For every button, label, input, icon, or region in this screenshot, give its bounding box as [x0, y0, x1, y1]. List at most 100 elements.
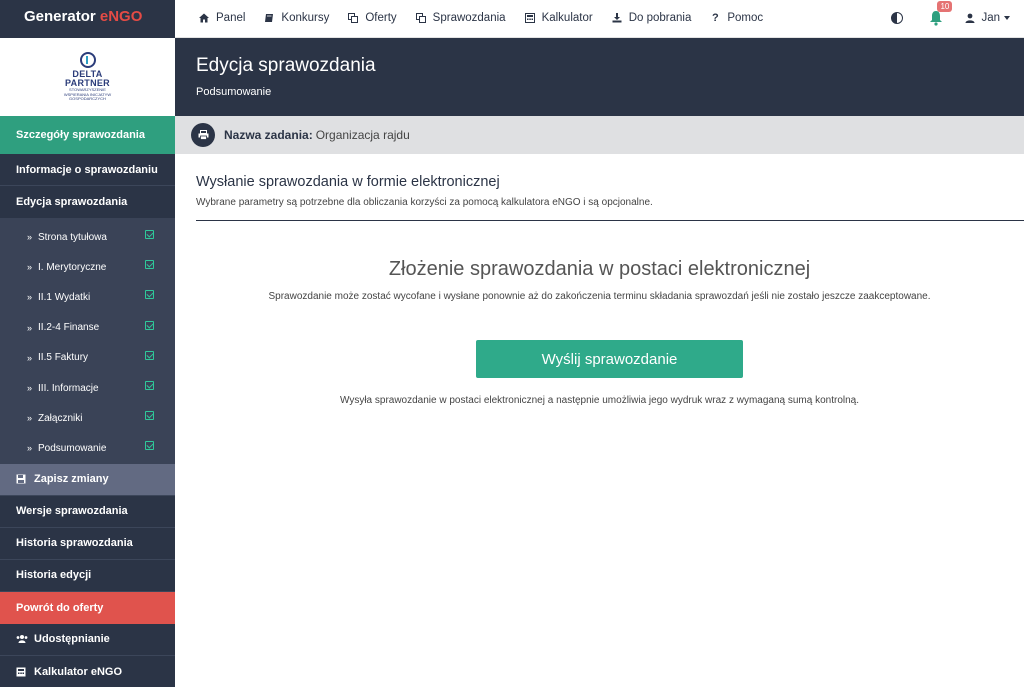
check-icon: [145, 230, 154, 239]
chevron-right-icon: »: [27, 413, 33, 424]
chevron-right-icon: »: [27, 443, 33, 454]
send-report-note: Wysyła sprawozdanie w postaci elektronic…: [339, 395, 860, 406]
nav-do-pobrania[interactable]: Do pobrania: [612, 12, 692, 24]
page-title: Edycja sprawozdania: [196, 55, 376, 76]
sidebar-item-label: Edycja sprawozdania: [16, 196, 128, 208]
organization-logo: DELTA PARTNER STOWARZYSZENIE WSPIERANIA …: [0, 38, 175, 116]
sidebar-subitem-wydatki[interactable]: » II.1 Wydatki: [0, 282, 175, 312]
check-icon: [145, 380, 154, 390]
top-bar: Generator eNGO Panel Konkursy Oferty Spr…: [0, 0, 1024, 38]
nav-konkursy-label: Konkursy: [281, 12, 330, 24]
sidebar-item-edit-history[interactable]: Historia edycji: [0, 560, 175, 592]
users-icon: [16, 634, 28, 644]
submit-description: Sprawozdanie może zostać wycofane i wysł…: [268, 291, 931, 302]
user-menu[interactable]: Jan: [965, 12, 1010, 24]
notifications-button[interactable]: 10: [929, 1, 953, 26]
print-icon: [198, 130, 208, 140]
sidebar-sublist: » Strona tytułowa » I. Merytoryczne » II.1 …: [0, 218, 175, 464]
sidebar-subitem-label: Podsumowanie: [38, 442, 107, 454]
sidebar-item-details[interactable]: Szczegóły sprawozdania: [0, 116, 175, 154]
logo-mark-icon: [79, 52, 96, 69]
check-icon: [145, 260, 154, 270]
sidebar-subitem-strona-tytulowa[interactable]: » Strona tytułowa: [0, 222, 175, 252]
section-title: Wysłanie sprawozdania w formie elektroni…: [196, 174, 500, 190]
page-header: Edycja sprawozdania Podsumowanie: [175, 38, 1024, 116]
notification-count-badge: 10: [937, 1, 953, 12]
sidebar-item-history[interactable]: Historia sprawozdania: [0, 528, 175, 560]
check-icon: [145, 441, 154, 451]
check-icon: [145, 320, 154, 330]
page-subtitle: Podsumowanie: [196, 86, 272, 98]
sidebar-subitem-label: III. Informacje: [38, 382, 99, 394]
sidebar-subitem-zalaczniki[interactable]: » Załączniki: [0, 403, 175, 433]
chevron-right-icon: »: [27, 352, 33, 363]
save-icon: [16, 474, 28, 484]
nav-pomoc[interactable]: ? Pomoc: [710, 12, 763, 24]
sidebar-subitem-finanse[interactable]: » II.2-4 Finanse: [0, 313, 175, 343]
chevron-right-icon: »: [27, 322, 33, 333]
copy-icon: [415, 13, 426, 23]
sidebar-item-label: Zapisz zmiany: [34, 473, 109, 485]
save-changes-button[interactable]: Zapisz zmiany: [0, 463, 175, 496]
nav-kalkulator-label: Kalkulator: [541, 12, 593, 24]
brand-name: Generator: [24, 8, 96, 25]
nav-panel-label: Panel: [216, 12, 246, 24]
calculator-icon: [16, 667, 28, 677]
task-name-value: Organizacja rajdu: [315, 128, 410, 142]
chevron-right-icon: »: [27, 292, 33, 303]
chevron-right-icon: »: [27, 262, 33, 273]
nav-pomoc-label: Pomoc: [727, 12, 764, 24]
check-icon: [145, 411, 154, 421]
send-report-button[interactable]: Wyślij sprawozdanie: [476, 340, 743, 378]
main-content: Wysłanie sprawozdania w formie elektroni…: [175, 154, 1024, 687]
sidebar-item-label: Informacje o sprawozdaniu: [16, 163, 158, 176]
chevron-right-icon: »: [27, 232, 33, 243]
sidebar-subitem-faktury[interactable]: » II.5 Faktury: [0, 343, 175, 373]
bell-icon: [930, 11, 943, 26]
sidebar-item-edit[interactable]: Edycja sprawozdania: [0, 186, 175, 218]
sidebar-subitem-merytoryczne[interactable]: » I. Merytoryczne: [0, 252, 175, 282]
back-to-offer-button[interactable]: Powrót do oferty: [0, 591, 175, 624]
sidebar-item-share[interactable]: Udostępnianie: [0, 624, 175, 656]
nav-konkursy[interactable]: Konkursy: [264, 12, 329, 24]
brand[interactable]: Generator eNGO: [0, 0, 175, 38]
check-icon: [145, 290, 154, 300]
chevron-right-icon: »: [27, 383, 33, 394]
sidebar-subitem-label: II.1 Wydatki: [38, 291, 91, 303]
sidebar-subitem-label: I. Merytoryczne: [38, 261, 107, 273]
sidebar-item-label: Wersje sprawozdania: [16, 505, 128, 517]
logo-sub: STOWARZYSZENIE WSPIERANIA INICJATYW GOSP…: [63, 87, 112, 102]
section-divider: [196, 220, 1024, 221]
contrast-toggle-icon[interactable]: [891, 12, 904, 24]
top-nav: Panel Konkursy Oferty Sprawozdania Kalku…: [199, 0, 782, 36]
nav-do-pobrania-label: Do pobrania: [628, 12, 692, 24]
user-name: Jan: [981, 12, 1000, 24]
sidebar-item-label: Historia edycji: [16, 569, 92, 581]
sidebar-subitem-label: II.2-4 Finanse: [38, 322, 100, 334]
book-icon: [264, 13, 274, 23]
sidebar-item-label: Szczegóły sprawozdania: [16, 129, 145, 141]
sidebar-item-versions[interactable]: Wersje sprawozdania: [0, 496, 175, 528]
check-icon: [145, 350, 154, 360]
download-icon: [612, 13, 622, 23]
calculator-icon: [524, 13, 535, 23]
brand-accent: eNGO: [99, 8, 143, 25]
chevron-down-icon: [1004, 16, 1010, 20]
sidebar-subitem-podsumowanie[interactable]: » Podsumowanie: [0, 433, 175, 463]
sidebar-subitem-informacje[interactable]: » III. Informacje: [0, 373, 175, 403]
nav-sprawozdania[interactable]: Sprawozdania: [415, 12, 506, 24]
nav-oferty[interactable]: Oferty: [348, 12, 397, 24]
sidebar-item-calculator[interactable]: Kalkulator eNGO: [0, 656, 175, 687]
section-description: Wybrane parametry są potrzebne dla oblic…: [196, 197, 653, 208]
task-bar: Nazwa zadania: Organizacja rajdu: [175, 116, 1024, 154]
print-button[interactable]: [191, 123, 215, 147]
top-right: 10 Jan: [891, 0, 1024, 36]
sidebar-item-label: Udostępnianie: [34, 633, 110, 645]
task-name-label: Nazwa zadania:: [224, 128, 313, 142]
home-icon: [199, 13, 209, 23]
user-icon: [965, 13, 975, 23]
nav-panel[interactable]: Panel: [199, 12, 245, 24]
sidebar-item-label: Kalkulator eNGO: [34, 665, 123, 678]
sidebar-item-info[interactable]: Informacje o sprawozdaniu: [0, 154, 175, 186]
nav-kalkulator[interactable]: Kalkulator: [524, 12, 593, 24]
